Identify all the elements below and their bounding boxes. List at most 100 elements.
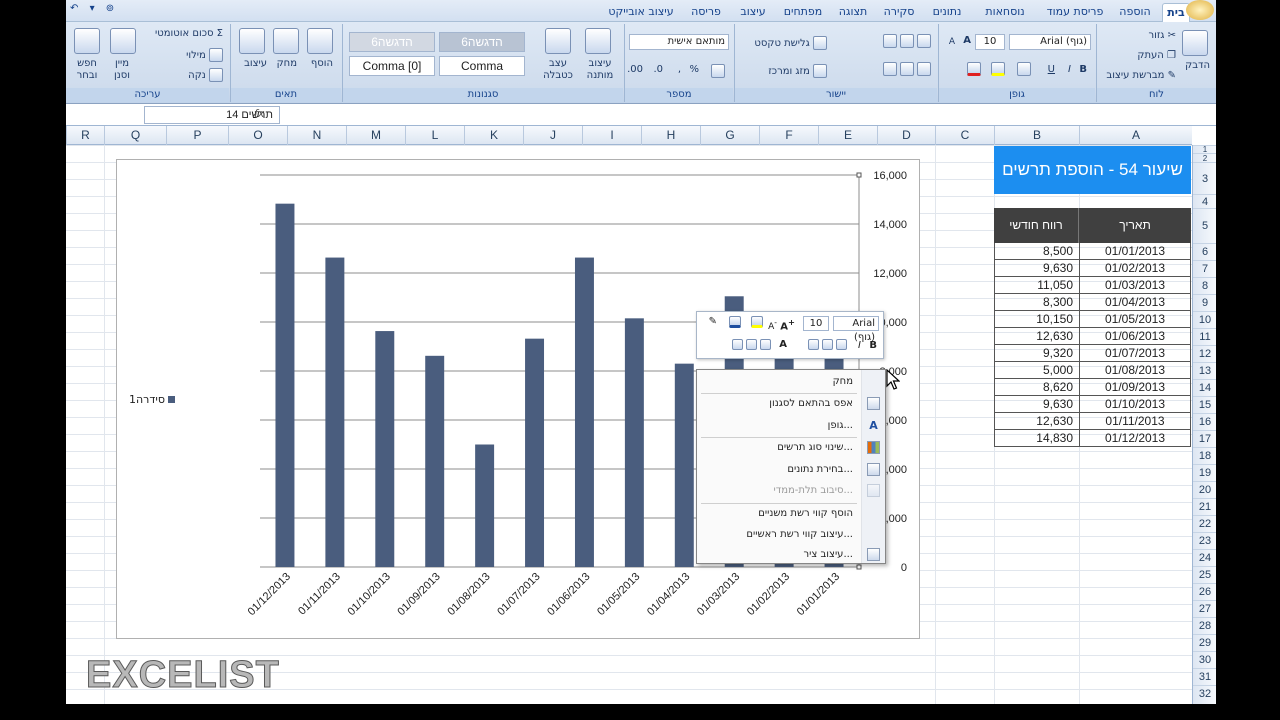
shrink-font-button[interactable]: A xyxy=(949,37,955,47)
table-cell-date[interactable]: 01/02/2013 xyxy=(1079,260,1191,277)
mini-font-size[interactable]: 10 xyxy=(803,316,829,331)
chart-bar[interactable] xyxy=(674,363,694,567)
mini-indent-icons[interactable] xyxy=(731,339,771,351)
tab-formulas[interactable]: נוסחאות xyxy=(972,3,1038,22)
tab-review[interactable]: סקירה xyxy=(876,3,922,22)
row-header[interactable]: 14 xyxy=(1193,379,1216,396)
column-header-a[interactable]: A xyxy=(1079,126,1192,145)
row-header[interactable]: 10 xyxy=(1193,311,1216,328)
table-cell-profit[interactable]: 12,630 xyxy=(994,413,1079,430)
column-header-p[interactable]: P xyxy=(166,126,228,145)
table-cell-profit[interactable]: 11,050 xyxy=(994,277,1079,294)
tab-insert[interactable]: הוספה xyxy=(1112,3,1158,22)
chart-bar[interactable] xyxy=(525,338,545,567)
tab-page-layout[interactable]: פריסת עמוד xyxy=(1042,3,1108,22)
column-header-i[interactable]: I xyxy=(582,126,641,145)
tab-developer[interactable]: מפתחים xyxy=(776,3,830,22)
menu-item-delete[interactable]: מחק xyxy=(833,372,853,392)
chart-bar[interactable] xyxy=(475,444,495,568)
mini-font-name[interactable]: Arial (גוף) xyxy=(833,316,879,343)
row-header[interactable]: 12 xyxy=(1193,345,1216,362)
table-cell-date[interactable]: 01/11/2013 xyxy=(1079,413,1191,430)
sort-filter-icon[interactable] xyxy=(110,28,136,54)
row-header[interactable]: 23 xyxy=(1193,532,1216,549)
font-name-select[interactable]: Arial (גוף) xyxy=(1009,34,1091,50)
column-header-n[interactable]: N xyxy=(287,126,346,145)
tab-view[interactable]: תצוגה xyxy=(832,3,874,22)
table-cell-profit[interactable]: 9,630 xyxy=(994,260,1079,277)
column-header-j[interactable]: J xyxy=(523,126,582,145)
row-header[interactable]: 22 xyxy=(1193,515,1216,532)
grow-font-button[interactable]: A xyxy=(963,35,971,46)
comma-button[interactable]: , xyxy=(678,64,681,75)
bold-button[interactable]: B xyxy=(1079,64,1087,75)
conditional-format-icon[interactable] xyxy=(585,28,611,54)
format-cells-icon[interactable] xyxy=(239,28,265,54)
find-select-icon[interactable] xyxy=(74,28,100,54)
chart-bar[interactable] xyxy=(275,203,295,567)
axis-selection-handle[interactable] xyxy=(856,172,862,178)
delete-cells-icon[interactable] xyxy=(273,28,299,54)
column-header-b[interactable]: B xyxy=(994,126,1079,145)
table-cell-profit[interactable]: 12,630 xyxy=(994,328,1079,345)
table-cell-profit[interactable]: 9,630 xyxy=(994,396,1079,413)
row-header[interactable]: 3 xyxy=(1193,162,1216,194)
row-header[interactable]: 13 xyxy=(1193,362,1216,379)
format-painter-button[interactable]: מברשת עיצוב ✎ xyxy=(1106,70,1176,81)
row-header[interactable]: 17 xyxy=(1193,430,1216,447)
table-header-profit[interactable]: רווח חודשי xyxy=(994,208,1079,243)
chart-legend[interactable]: סידרה1 xyxy=(129,393,175,406)
fill-color-icon[interactable] xyxy=(991,62,1005,76)
table-cell-profit[interactable]: 5,000 xyxy=(994,362,1079,379)
menu-item-format-axis[interactable]: עיצוב ציר... xyxy=(804,545,853,565)
column-header-d[interactable]: D xyxy=(877,126,935,145)
row-header[interactable]: 27 xyxy=(1193,600,1216,617)
italic-button[interactable]: I xyxy=(1068,64,1071,75)
mini-shrink-font-icon[interactable]: A- xyxy=(768,318,777,332)
chart-bar[interactable] xyxy=(375,331,395,567)
table-cell-date[interactable]: 01/07/2013 xyxy=(1079,345,1191,362)
table-cell-date[interactable]: 01/08/2013 xyxy=(1079,362,1191,379)
column-header-f[interactable]: F xyxy=(759,126,818,145)
merge-center-button[interactable]: מזג ומרכז xyxy=(768,64,827,78)
tab-format-object[interactable]: עיצוב אובייקט xyxy=(602,3,680,22)
mini-italic-button[interactable]: I xyxy=(858,340,861,351)
mini-font-color-icon[interactable]: A xyxy=(779,339,787,350)
row-header[interactable]: 26 xyxy=(1193,583,1216,600)
clear-button[interactable]: נקה xyxy=(188,68,223,82)
row-header[interactable]: 20 xyxy=(1193,481,1216,498)
row-header[interactable]: 31 xyxy=(1193,668,1216,685)
paste-icon[interactable] xyxy=(1182,30,1208,56)
table-cell-date[interactable]: 01/05/2013 xyxy=(1079,311,1191,328)
column-header-l[interactable]: L xyxy=(405,126,464,145)
table-cell-profit[interactable]: 14,830 xyxy=(994,430,1079,447)
style-comma0[interactable]: Comma [0] xyxy=(349,56,435,76)
decrease-decimal-button[interactable]: ‎.00 xyxy=(627,64,643,75)
row-header[interactable]: 29 xyxy=(1193,634,1216,651)
row-header[interactable]: 1 xyxy=(1193,145,1216,154)
column-header-k[interactable]: K xyxy=(464,126,523,145)
column-header-c[interactable]: C xyxy=(935,126,994,145)
table-header-date[interactable]: תאריך xyxy=(1079,208,1191,243)
format-as-table-button[interactable]: עצב כטבלה xyxy=(539,58,577,82)
tab-data[interactable]: נתונים xyxy=(924,3,970,22)
mini-format-painter-icon[interactable]: ✎ xyxy=(709,316,717,327)
sheet-title[interactable]: שיעור 54 - הוספת תרשים xyxy=(994,146,1191,194)
wrap-text-button[interactable]: גלישת טקסט xyxy=(754,36,827,50)
row-header[interactable]: 19 xyxy=(1193,464,1216,481)
menu-item-font[interactable]: גופן... xyxy=(828,416,853,436)
fill-button[interactable]: מילוי xyxy=(186,48,223,62)
menu-item-reset-style[interactable]: אפס בהתאם לסגנון xyxy=(769,394,853,414)
percent-button[interactable]: % xyxy=(689,64,699,75)
font-size-select[interactable]: 10 xyxy=(975,34,1005,50)
row-header[interactable]: 8 xyxy=(1193,277,1216,294)
column-header-o[interactable]: O xyxy=(228,126,287,145)
table-cell-date[interactable]: 01/12/2013 xyxy=(1079,430,1191,447)
number-format-select[interactable]: מותאם אישית xyxy=(629,34,729,50)
row-header[interactable]: 5 xyxy=(1193,208,1216,243)
style-accent6-a[interactable]: הדגשה6 xyxy=(439,32,525,52)
sort-filter-button[interactable]: מיין וסנן xyxy=(106,58,138,82)
menu-item-select-data[interactable]: בחירת נתונים... xyxy=(787,460,853,480)
chart-bar[interactable] xyxy=(325,257,345,567)
row-header[interactable]: 24 xyxy=(1193,549,1216,566)
